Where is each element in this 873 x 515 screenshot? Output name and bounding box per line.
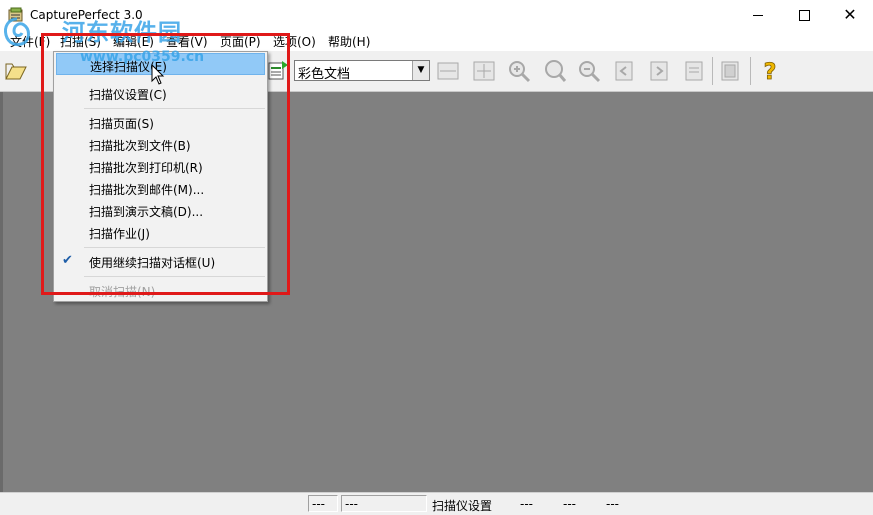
toolbar-separator [712, 57, 713, 85]
rotate-icon[interactable] [682, 59, 706, 83]
minimize-button[interactable] [735, 0, 781, 30]
page-icon[interactable] [718, 59, 742, 83]
status-message: 扫描仪设置 [432, 499, 493, 513]
svg-text:?: ? [764, 60, 777, 83]
close-icon: ✕ [843, 5, 857, 24]
annotation-highlight-box [41, 33, 290, 295]
zoom-in-icon[interactable] [507, 59, 531, 83]
maximize-icon [798, 9, 810, 21]
fit-page-icon[interactable] [472, 59, 496, 83]
zoom-out-icon[interactable] [577, 59, 601, 83]
workspace-edge [0, 92, 3, 492]
next-page-icon[interactable] [647, 59, 671, 83]
fit-width-icon[interactable] [436, 59, 460, 83]
status-panel-1: --- [308, 495, 338, 512]
status-field-2: --- [563, 497, 576, 511]
maximize-button[interactable] [781, 0, 827, 30]
document-type-select[interactable]: 彩色文档 ▼ [294, 60, 430, 82]
document-type-value: 彩色文档 [298, 67, 351, 82]
help-icon[interactable]: ? [758, 59, 782, 83]
watermark-logo-icon [4, 17, 30, 47]
prev-page-icon[interactable] [612, 59, 636, 83]
chevron-down-icon[interactable]: ▼ [412, 61, 429, 80]
status-field-3: --- [606, 497, 619, 511]
toolbar-separator [750, 57, 751, 85]
close-button[interactable]: ✕ [827, 0, 873, 30]
status-bar: --- --- 扫描仪设置 --- --- --- [0, 492, 873, 515]
zoom-100-icon[interactable] [542, 59, 566, 83]
menu-help[interactable]: 帮助(H) [326, 33, 372, 50]
status-panel-2: --- [341, 495, 427, 512]
status-field-1: --- [520, 497, 533, 511]
minimize-icon [753, 14, 763, 16]
open-icon[interactable] [4, 59, 28, 83]
